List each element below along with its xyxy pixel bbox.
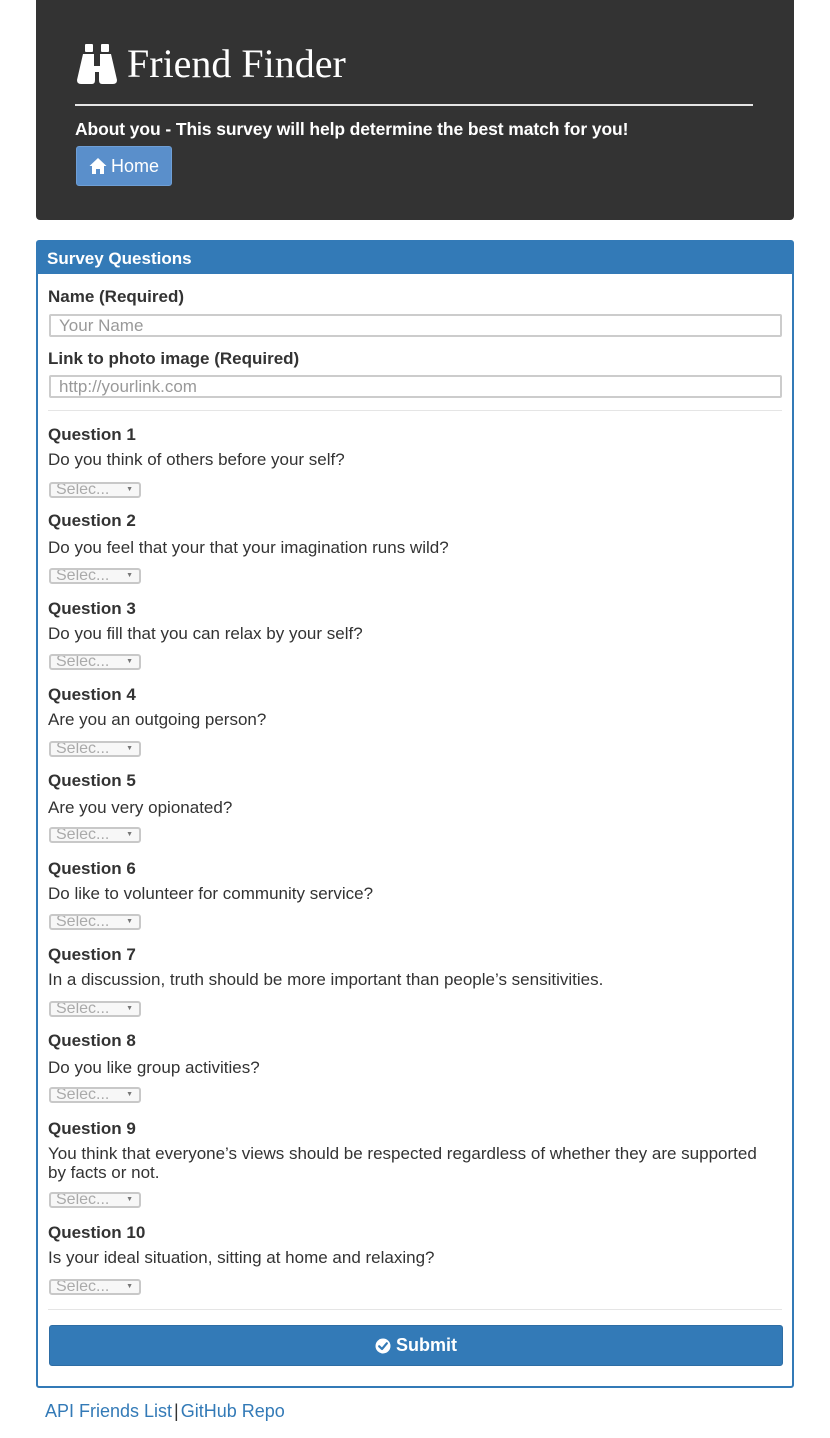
question-1-select-value: Selec... — [56, 482, 110, 498]
caret-down-icon: ▼ — [126, 1196, 133, 1203]
question-1-text: Do you think of others before your self? — [48, 450, 345, 469]
question-6-select[interactable]: Selec... ▼ — [49, 914, 141, 930]
question-6-select-value: Selec... — [56, 914, 110, 930]
question-1-label: Question 1 — [48, 425, 136, 444]
caret-down-icon: ▼ — [126, 658, 133, 665]
name-input[interactable] — [49, 314, 782, 337]
question-5-select-value: Selec... — [56, 827, 110, 843]
caret-down-icon: ▼ — [126, 831, 133, 838]
question-10-label: Question 10 — [48, 1223, 146, 1242]
home-icon — [89, 158, 107, 174]
binoculars-icon — [77, 44, 117, 84]
question-4-text: Are you an outgoing person? — [48, 710, 267, 729]
header-divider — [75, 104, 753, 106]
survey-panel: Survey Questions Name (Required) Link to… — [36, 240, 794, 1388]
submit-button-label: Submit — [396, 1335, 457, 1355]
caret-down-icon: ▼ — [126, 918, 133, 925]
question-6-label: Question 6 — [48, 859, 136, 878]
api-friends-list-link[interactable]: API Friends List — [45, 1401, 172, 1421]
panel-heading: Survey Questions — [38, 242, 792, 274]
question-5-label: Question 5 — [48, 771, 136, 790]
page-title: Friend Finder — [127, 41, 346, 86]
brand: Friend Finder — [75, 42, 346, 86]
question-9-text: You think that everyone’s views should b… — [48, 1144, 757, 1182]
question-9-label: Question 9 — [48, 1119, 136, 1138]
question-3-select[interactable]: Selec... ▼ — [49, 654, 141, 670]
question-4-label: Question 4 — [48, 685, 136, 704]
name-label: Name (Required) — [48, 287, 185, 306]
question-7-text: In a discussion, truth should be more im… — [48, 970, 604, 989]
question-5-select[interactable]: Selec... ▼ — [49, 827, 141, 843]
question-10-select-value: Selec... — [56, 1279, 110, 1295]
caret-down-icon: ▼ — [126, 745, 133, 752]
question-7-label: Question 7 — [48, 945, 136, 964]
question-10-select[interactable]: Selec... ▼ — [49, 1279, 141, 1295]
check-circle-icon — [375, 1338, 391, 1353]
question-5-text: Are you very opionated? — [48, 798, 233, 817]
photo-label: Link to photo image (Required) — [48, 349, 300, 368]
question-1-select[interactable]: Selec... ▼ — [49, 482, 141, 498]
question-6-text: Do like to volunteer for community servi… — [48, 884, 374, 903]
question-4-select[interactable]: Selec... ▼ — [49, 741, 141, 757]
header-jumbotron: Friend Finder About you - This survey wi… — [36, 0, 794, 220]
home-button-label: Home — [110, 155, 159, 176]
question-7-select-value: Selec... — [56, 1001, 110, 1017]
caret-down-icon: ▼ — [126, 486, 133, 493]
question-2-text: Do you feel that your that your imaginat… — [48, 538, 449, 557]
header-lead: About you - This survey will help determ… — [75, 119, 629, 139]
question-8-text: Do you like group activities? — [48, 1058, 260, 1077]
question-2-select[interactable]: Selec... ▼ — [49, 568, 141, 584]
photo-link-input[interactable] — [49, 375, 782, 398]
caret-down-icon: ▼ — [126, 1005, 133, 1012]
submit-divider — [48, 1309, 782, 1310]
caret-down-icon: ▼ — [126, 572, 133, 579]
question-8-label: Question 8 — [48, 1031, 136, 1050]
footer-separator: | — [174, 1401, 179, 1421]
question-7-select[interactable]: Selec... ▼ — [49, 1001, 141, 1017]
submit-button[interactable]: Submit — [49, 1325, 783, 1366]
question-4-select-value: Selec... — [56, 741, 110, 757]
question-3-text: Do you fill that you can relax by your s… — [48, 624, 363, 643]
question-8-select[interactable]: Selec... ▼ — [49, 1087, 141, 1103]
github-repo-link[interactable]: GitHub Repo — [181, 1401, 285, 1421]
question-10-text: Is your ideal situation, sitting at home… — [48, 1248, 435, 1267]
caret-down-icon: ▼ — [126, 1091, 133, 1098]
caret-down-icon: ▼ — [126, 1283, 133, 1290]
question-2-label: Question 2 — [48, 511, 136, 530]
footer-links: API Friends List | GitHub Repo — [45, 1401, 285, 1422]
question-9-select[interactable]: Selec... ▼ — [49, 1192, 141, 1208]
question-3-label: Question 3 — [48, 599, 136, 618]
question-2-select-value: Selec... — [56, 568, 110, 584]
home-button[interactable]: Home — [76, 146, 172, 186]
form-divider — [48, 410, 782, 411]
question-3-select-value: Selec... — [56, 654, 110, 670]
question-9-select-value: Selec... — [56, 1192, 110, 1208]
question-8-select-value: Selec... — [56, 1087, 110, 1103]
